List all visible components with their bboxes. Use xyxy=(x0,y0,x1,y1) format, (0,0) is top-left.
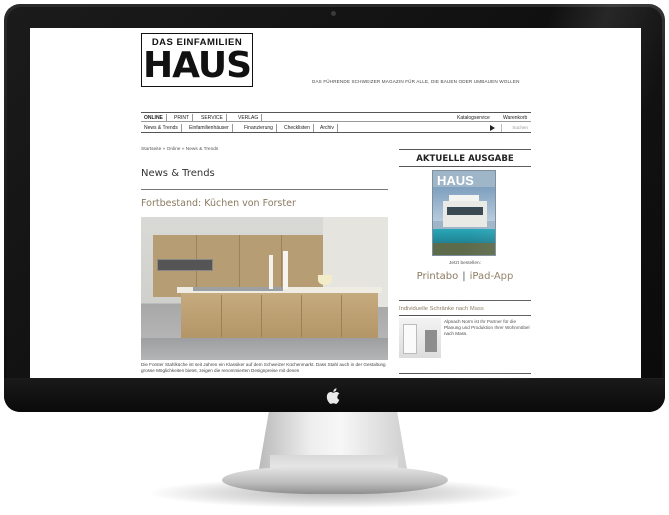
promo-image[interactable] xyxy=(399,318,441,358)
nav-item-finanzierung[interactable]: Finanzierung xyxy=(241,124,277,132)
kitchen-decor xyxy=(269,255,273,289)
island-door-seam xyxy=(221,295,222,337)
buy-links: Printabo | iPad-App xyxy=(399,271,531,282)
nav-item-news-trends[interactable]: News & Trends xyxy=(141,124,182,132)
sidebar-divider xyxy=(399,373,531,374)
logo-main-text: HAUS xyxy=(142,45,252,86)
camera-icon xyxy=(331,11,336,16)
kitchen-bowl xyxy=(318,275,332,285)
nav-link-katalogservice[interactable]: Katalogservice xyxy=(457,114,490,122)
sidebar-divider xyxy=(399,166,531,167)
cover-house-window xyxy=(447,207,483,215)
nav-item-verlag[interactable]: VERLAG xyxy=(235,114,263,122)
nav-link-warenkorb[interactable]: Warenkorb xyxy=(503,114,527,122)
primary-nav: ONLINE PRINT SERVICE VERLAG Katalogservi… xyxy=(141,112,531,122)
link-separator: | xyxy=(462,271,466,282)
island-door-seam xyxy=(261,295,262,337)
printabo-link[interactable]: Printabo xyxy=(417,271,459,282)
promo-text: Alpnach Norm ist Ihr Partner für die Pla… xyxy=(444,319,530,336)
monitor-stand-base xyxy=(222,466,448,494)
nav-item-online[interactable]: ONLINE xyxy=(141,114,167,122)
nav-item-einfamilienhaeuser[interactable]: Einfamilienhäuser xyxy=(186,124,233,132)
island-door-seam xyxy=(341,295,342,337)
magazine-cover[interactable]: HAUS xyxy=(432,170,496,256)
site-tagline: DAS FÜHRENDE SCHWEIZER MAGAZIN FÜR ALLE,… xyxy=(312,79,520,84)
section-title: News & Trends xyxy=(141,168,215,179)
nav-item-archiv[interactable]: Archiv xyxy=(317,124,338,132)
breadcrumb: Startseite » Online » News & Trends xyxy=(141,147,219,152)
secondary-nav: News & Trends Einfamilienhäuser Finanzie… xyxy=(141,123,531,133)
article-image-kitchen[interactable] xyxy=(141,217,388,360)
section-divider xyxy=(141,189,388,190)
island-door-seam xyxy=(301,295,302,337)
search-input[interactable]: Suchen xyxy=(501,124,530,132)
sidebar-divider xyxy=(399,300,531,301)
site-logo[interactable]: DAS EINFAMILIEN HAUS xyxy=(141,33,253,87)
sidebar-divider xyxy=(399,315,531,316)
cover-masthead: HAUS xyxy=(437,173,474,188)
nav-item-checklisten[interactable]: Checklisten xyxy=(281,124,314,132)
cover-ground xyxy=(433,243,495,255)
apple-logo-icon xyxy=(326,388,340,404)
cover-pool xyxy=(433,229,495,243)
order-now-label: Jetzt bestellen: xyxy=(449,261,481,266)
kitchen-decor xyxy=(283,251,288,289)
nav-item-service[interactable]: SERVICE xyxy=(198,114,227,122)
kitchen-floor xyxy=(141,338,388,360)
promo-cabinet xyxy=(425,330,437,352)
article-text: Die Forster Stahlküche ist seit Jahren e… xyxy=(141,362,386,373)
nav-item-print[interactable]: PRINT xyxy=(171,114,193,122)
kitchen-island xyxy=(181,292,378,338)
search-submit-icon[interactable] xyxy=(490,125,495,131)
kitchen-oven xyxy=(157,259,213,271)
ipad-app-link[interactable]: iPad-App xyxy=(470,271,514,282)
sidebar-divider xyxy=(399,149,531,150)
article-title[interactable]: Fortbestand: Küchen von Forster xyxy=(141,198,296,209)
promo-shelf xyxy=(403,324,417,354)
promo-title[interactable]: Individuelle Schränke nach Mass xyxy=(399,306,484,312)
screen: DAS EINFAMILIEN HAUS DAS FÜHRENDE SCHWEI… xyxy=(30,28,641,378)
current-issue-heading: AKTUELLE AUSGABE xyxy=(416,154,514,164)
